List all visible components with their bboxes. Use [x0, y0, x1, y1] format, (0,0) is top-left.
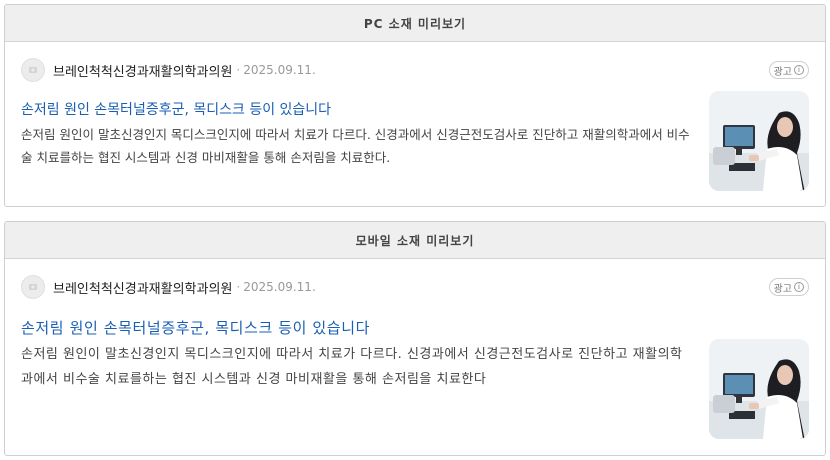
- info-icon: i: [794, 65, 804, 75]
- ad-date: 2025.09.11.: [243, 63, 316, 77]
- mobile-preview-header: 모바일 소재 미리보기: [5, 222, 825, 259]
- ad-title-link[interactable]: 손저림 원인 손목터널증후군, 목디스크 등이 있습니다: [21, 317, 370, 338]
- ad-thumbnail[interactable]: [709, 91, 809, 191]
- pc-preview-header: PC 소재 미리보기: [5, 5, 825, 42]
- ad-badge-label: 광고: [773, 66, 792, 78]
- pc-preview-panel: PC 소재 미리보기 브레인척척신경과재활의학과의원 · 2025.09.11.…: [4, 4, 826, 207]
- advertiser-name[interactable]: 브레인척척신경과재활의학과의원: [53, 61, 232, 80]
- mobile-ad-meta: 브레인척척신경과재활의학과의원 · 2025.09.11.: [21, 275, 316, 299]
- ad-thumbnail[interactable]: [709, 339, 809, 439]
- ad-badge-label: 광고: [773, 283, 792, 295]
- avatar-placeholder-icon: [29, 284, 37, 290]
- ad-description: 손저림 원인이 말초신경인지 목디스크인지에 따라서 치료가 다르다. 신경과에…: [21, 347, 683, 387]
- mobile-preview-panel: 모바일 소재 미리보기 브레인척척신경과재활의학과의원 · 2025.09.11…: [4, 221, 826, 456]
- ad-description: 손저림 원인이 말초신경인지 목디스크인지에 따라서 치료가 다르다. 신경과에…: [21, 127, 690, 165]
- meta-separator: ·: [236, 280, 241, 294]
- info-icon: i: [794, 282, 804, 292]
- avatar-placeholder-icon: [29, 67, 37, 73]
- ad-date: 2025.09.11.: [243, 280, 316, 294]
- doctor-at-computer-photo-icon: [709, 339, 809, 439]
- pc-ad-meta: 브레인척척신경과재활의학과의원 · 2025.09.11.: [21, 58, 316, 82]
- meta-separator: ·: [236, 63, 241, 77]
- ad-title-link[interactable]: 손저림 원인 손목터널증후군, 목디스크 등이 있습니다: [21, 99, 331, 119]
- ad-badge[interactable]: 광고 i: [768, 278, 809, 296]
- advertiser-avatar: [21, 275, 45, 299]
- advertiser-name[interactable]: 브레인척척신경과재활의학과의원: [53, 278, 232, 297]
- doctor-at-computer-photo-icon: [709, 91, 809, 191]
- ad-badge[interactable]: 광고 i: [768, 61, 809, 79]
- advertiser-avatar: [21, 58, 45, 82]
